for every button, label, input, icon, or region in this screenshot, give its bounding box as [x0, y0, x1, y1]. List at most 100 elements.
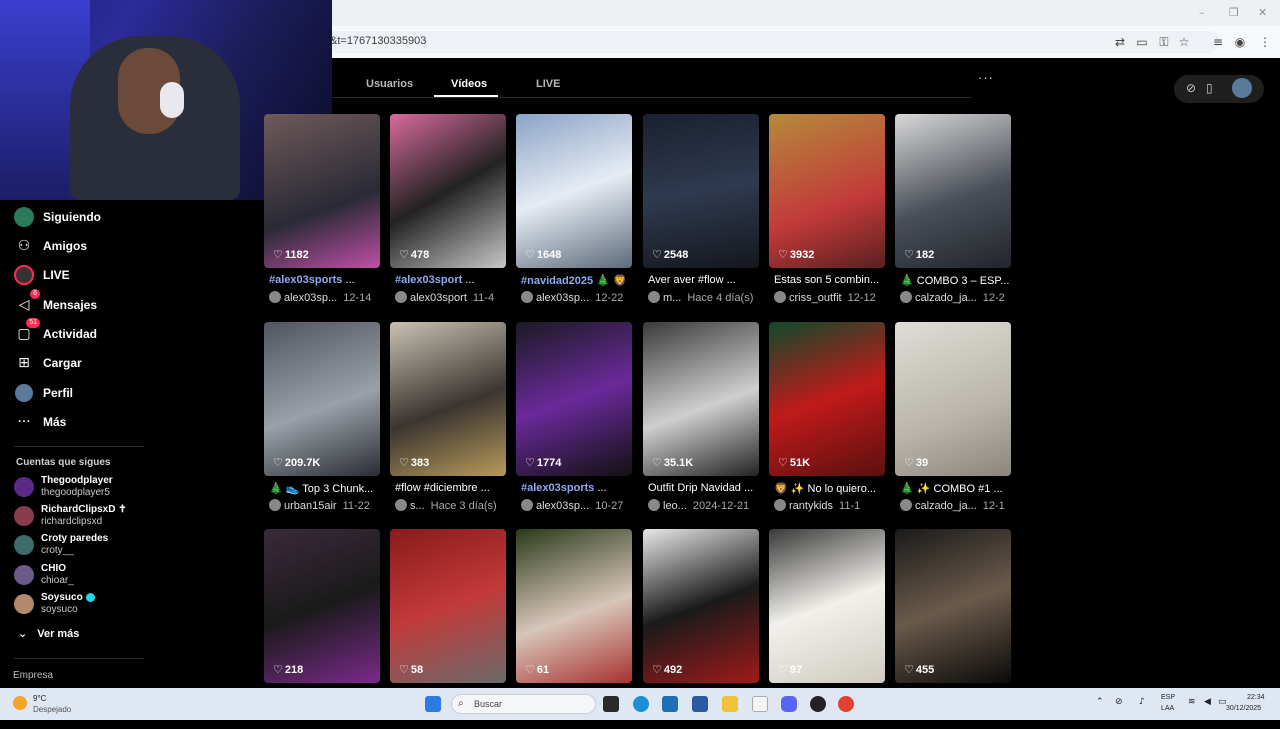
video-thumbnail[interactable]: ♡ 97: [769, 529, 885, 683]
author-avatar[interactable]: [269, 499, 281, 511]
author-avatar[interactable]: [774, 291, 786, 303]
video-card[interactable]: ♡ 182 🎄 COMBO 3 – ESP... calzado_ja... 12-2: [895, 114, 1011, 314]
author-avatar[interactable]: [900, 291, 912, 303]
author-avatar[interactable]: [521, 291, 533, 303]
video-thumbnail[interactable]: ♡ 455: [895, 529, 1011, 683]
video-caption[interactable]: 🎄 COMBO 3 – ESP...: [900, 274, 1012, 287]
video-thumbnail[interactable]: ♡ 2548: [643, 114, 759, 268]
video-caption[interactable]: #alex03sports ...: [521, 482, 633, 494]
compass-icon[interactable]: ⊘: [1186, 81, 1196, 95]
video-thumbnail[interactable]: ♡ 383: [390, 322, 506, 476]
video-card[interactable]: ♡ 39 🎄 ✨ COMBO #1 ... calzado_ja... 12-1: [895, 322, 1011, 522]
author-name[interactable]: alex03sp...: [536, 292, 589, 304]
outlook-icon[interactable]: [692, 696, 708, 712]
weather-icon[interactable]: [13, 696, 27, 710]
clock-time[interactable]: 22:34: [1247, 694, 1265, 701]
video-card[interactable]: ♡ 209.7K 🎄 👟 Top 3 Chunk... urban15air 11-22: [264, 322, 380, 522]
hashtag[interactable]: #alex03sports: [269, 274, 342, 286]
author-name[interactable]: alex03sport: [410, 292, 467, 304]
video-card[interactable]: ♡ 2548 Aver aver #flow ... m... Hace 4 día(s…: [643, 114, 759, 314]
restore-button[interactable]: ❐: [1229, 6, 1239, 19]
phone-icon[interactable]: ▯: [1206, 81, 1213, 95]
video-thumbnail[interactable]: ♡ 1648: [516, 114, 632, 268]
author-avatar[interactable]: [395, 291, 407, 303]
video-card[interactable]: ♡ 3932 Estas son 5 combin... criss_outfit 12…: [769, 114, 885, 314]
sidebar-item-upload[interactable]: ⊞ Cargar: [14, 352, 82, 374]
video-card[interactable]: ♡ 478 #alex03sport ... alex03sport 11-4: [390, 114, 506, 314]
minimize-button[interactable]: –: [1199, 6, 1205, 19]
hashtag[interactable]: #navidad2025: [521, 275, 593, 287]
sidebar-item-messages[interactable]: ◁ 6 Mensajes: [14, 289, 97, 316]
video-caption[interactable]: 🎄 👟 Top 3 Chunk...: [269, 482, 381, 495]
author-avatar[interactable]: [648, 291, 660, 303]
hashtag[interactable]: #alex03sports: [521, 482, 594, 494]
author-name[interactable]: urban15air: [284, 500, 337, 512]
video-card[interactable]: ♡ 1182 #alex03sports ... alex03sp... 12-14: [264, 114, 380, 314]
author-name[interactable]: leo...: [663, 500, 687, 512]
video-thumbnail[interactable]: ♡ 51K: [769, 322, 885, 476]
keyboard-layout[interactable]: LAA: [1161, 705, 1174, 712]
video-card[interactable]: ♡ 1774 #alex03sports ... alex03sp... 10-27: [516, 322, 632, 522]
video-thumbnail[interactable]: ♡ 39: [895, 322, 1011, 476]
language-indicator[interactable]: ESP: [1161, 694, 1175, 701]
author-name[interactable]: m...: [663, 292, 681, 304]
author-name[interactable]: criss_outfit: [789, 292, 842, 304]
chrome-icon[interactable]: [838, 696, 854, 712]
video-caption[interactable]: Outfit Drip Navidad ...: [648, 482, 760, 494]
video-thumbnail[interactable]: ♡ 478: [390, 114, 506, 268]
address-url[interactable]: &t=1767130335903: [330, 35, 426, 47]
author-avatar[interactable]: [900, 499, 912, 511]
start-icon[interactable]: [425, 696, 441, 712]
video-caption[interactable]: Aver aver #flow ...: [648, 274, 760, 286]
author-avatar[interactable]: [395, 499, 407, 511]
author-name[interactable]: calzado_ja...: [915, 500, 977, 512]
sidebar-item-activity[interactable]: ▢ 51 Actividad: [14, 318, 97, 345]
video-thumbnail[interactable]: ♡ 182: [895, 114, 1011, 268]
tab-videos[interactable]: Vídeos: [451, 78, 487, 90]
weather-description[interactable]: Despejado: [33, 705, 71, 714]
video-caption[interactable]: #alex03sports ...: [269, 274, 381, 286]
video-caption[interactable]: #alex03sport ...: [395, 274, 507, 286]
hashtag[interactable]: #alex03sport: [395, 274, 462, 286]
sidebar-item-following[interactable]: Siguiendo: [14, 206, 101, 228]
video-thumbnail[interactable]: ♡ 3932: [769, 114, 885, 268]
video-thumbnail[interactable]: ♡ 492: [643, 529, 759, 683]
key-icon[interactable]: ⚿: [1157, 35, 1171, 49]
weather-temperature[interactable]: 9°C: [33, 694, 46, 703]
sidebar-item-more[interactable]: ··· Más: [14, 411, 66, 433]
video-card[interactable]: ♡ 35.1K Outfit Drip Navidad ... leo... 2024-…: [643, 322, 759, 522]
company-link[interactable]: Empresa: [13, 670, 53, 681]
sidebar-item-friends[interactable]: ⚇ Amigos: [14, 235, 87, 257]
video-caption[interactable]: Estas son 5 combin...: [774, 274, 886, 286]
video-caption[interactable]: #flow #diciembre ...: [395, 482, 507, 494]
video-caption[interactable]: #navidad2025 🎄 🦁: [521, 274, 633, 287]
tray-overflow-icon[interactable]: ⌃: [1096, 697, 1104, 707]
wifi-icon[interactable]: ≋: [1188, 697, 1196, 707]
address-bar[interactable]: [310, 31, 1220, 53]
video-caption[interactable]: 🦁 ✨ No lo quiero...: [774, 482, 886, 495]
profile-icon[interactable]: ◉: [1233, 35, 1247, 49]
author-avatar[interactable]: [648, 499, 660, 511]
author-avatar[interactable]: [521, 499, 533, 511]
edge-icon[interactable]: [633, 696, 649, 712]
author-avatar[interactable]: [269, 291, 281, 303]
microphone-icon[interactable]: ♪: [1139, 697, 1145, 707]
taskbar-search[interactable]: ⌕ Buscar: [451, 694, 596, 714]
translate-icon[interactable]: ⇄: [1113, 35, 1127, 49]
clock-date[interactable]: 30/12/2025: [1226, 705, 1261, 712]
video-thumbnail[interactable]: ♡ 218: [264, 529, 380, 683]
sidebar-item-profile[interactable]: Perfil: [14, 382, 73, 404]
more-options-icon[interactable]: ···: [978, 70, 994, 85]
video-card[interactable]: ♡ 383 #flow #diciembre ... s... Hace 3 día(s…: [390, 322, 506, 522]
author-name[interactable]: alex03sp...: [284, 292, 337, 304]
bookmark-star-icon[interactable]: ☆: [1177, 35, 1191, 49]
tab-live[interactable]: LIVE: [536, 78, 560, 90]
see-more-link[interactable]: ⌄ Ver más: [18, 627, 79, 640]
video-thumbnail[interactable]: ♡ 58: [390, 529, 506, 683]
discord-icon[interactable]: [781, 696, 797, 712]
network-off-icon[interactable]: ⊘: [1115, 697, 1123, 707]
author-name[interactable]: s...: [410, 500, 425, 512]
video-thumbnail[interactable]: ♡ 61: [516, 529, 632, 683]
video-thumbnail[interactable]: ♡ 35.1K: [643, 322, 759, 476]
reading-list-icon[interactable]: ≡: [1211, 35, 1225, 49]
